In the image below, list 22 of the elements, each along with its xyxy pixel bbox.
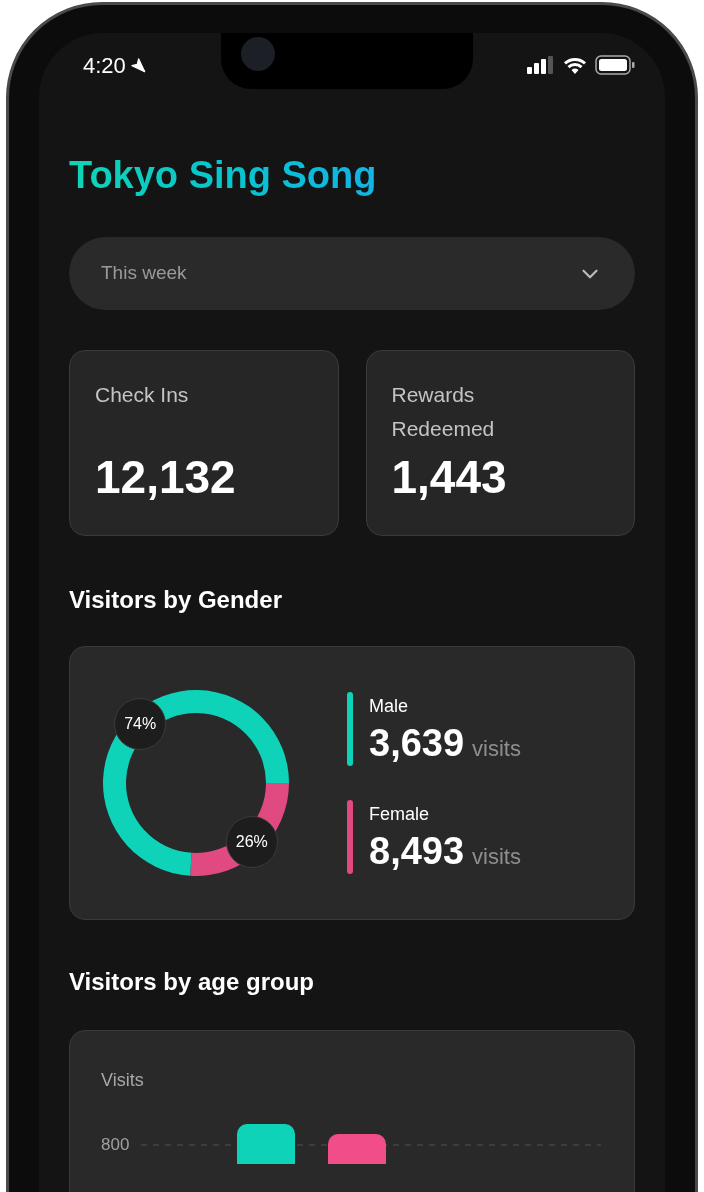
axis-tick: 800 bbox=[101, 1134, 130, 1156]
visit-count: 3,639 bbox=[369, 721, 465, 766]
period-dropdown[interactable]: This week bbox=[69, 237, 635, 310]
percent-label: 74% bbox=[114, 697, 167, 750]
battery-icon bbox=[595, 55, 635, 75]
visit-unit: visits bbox=[472, 843, 521, 871]
stat-value: 12,132 bbox=[95, 451, 237, 503]
stat-label: Rewards Redeemed bbox=[391, 382, 496, 442]
visit-count: 8,493 bbox=[369, 829, 465, 874]
stat-label: Check Ins bbox=[95, 382, 190, 408]
legend-label: Female bbox=[369, 803, 431, 826]
percent-label: 26% bbox=[225, 816, 278, 869]
section-title: Visitors by age group bbox=[69, 967, 315, 997]
axis-label: Visits bbox=[101, 1069, 145, 1092]
wifi-icon bbox=[563, 56, 587, 74]
location-icon bbox=[129, 57, 146, 73]
stat-value: 1,443 bbox=[391, 451, 508, 503]
signal-icon bbox=[527, 56, 555, 74]
legend-label: Male bbox=[369, 695, 409, 718]
visit-unit: visits bbox=[472, 735, 521, 763]
section-title: Visitors by Gender bbox=[69, 585, 283, 615]
status-time: 4:20 bbox=[83, 51, 126, 80]
